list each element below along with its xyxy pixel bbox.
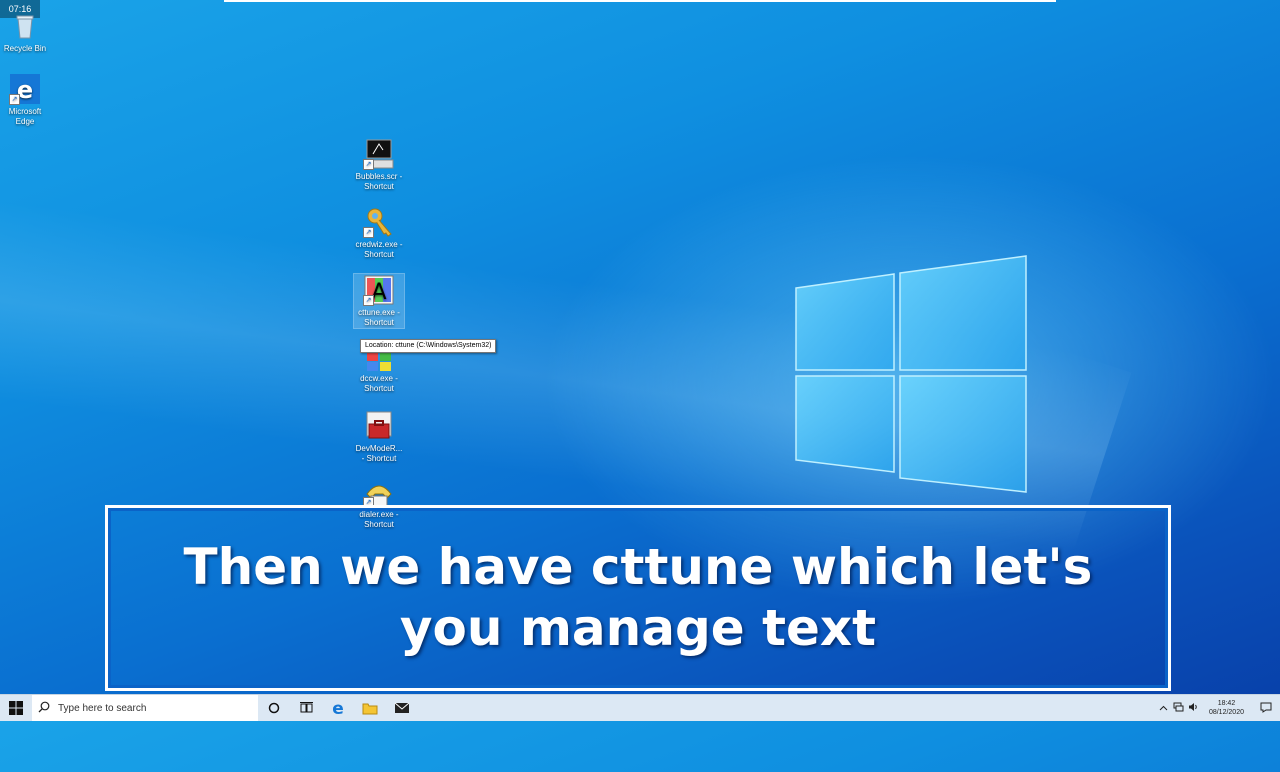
location-tooltip: Location: cttune (C:\Windows\System32) [360,339,497,353]
svg-text:e: e [332,700,344,716]
screensaver-icon: ↗ [363,138,395,170]
desktop-icon-edge[interactable]: e ↗ Microsoft Edge [0,73,50,127]
desktop-icon-recycle-bin[interactable]: Recycle Bin [0,10,50,54]
clock-date: 08/12/2020 [1208,709,1244,716]
icon-label: credwiz.exe - Shortcut [355,240,403,259]
color-calibration-icon [363,350,395,372]
edge-taskbar-button[interactable]: e [322,695,354,721]
task-view-icon [299,702,313,713]
clock-time: 18:42 [1217,700,1236,707]
file-explorer-icon [362,703,378,714]
icon-label: cttune.exe - Shortcut [358,308,400,327]
search-placeholder: Type here to search [58,702,147,714]
icon-label: Recycle Bin [3,44,47,53]
key-icon: ↗ [363,206,395,238]
taskbar-search-box[interactable]: Type here to search [32,695,258,721]
taskbar: Type here to search e 18:42 08/12/2020 [0,694,1280,721]
icon-label: DevModeR... - Shortcut [355,444,403,463]
desktop-icon-bubbles[interactable]: ↗ Bubbles.scr - Shortcut [354,138,404,192]
desktop-icon-credwiz[interactable]: ↗ credwiz.exe - Shortcut [354,206,404,260]
start-button[interactable] [0,695,32,721]
network-icon[interactable] [1171,702,1186,714]
task-view-button[interactable] [290,695,322,721]
shortcut-arrow-icon: ↗ [363,295,374,306]
windows-start-icon [9,701,23,715]
file-explorer-taskbar-button[interactable] [354,695,386,721]
desktop-icon-cttune[interactable]: A ↗ cttune.exe - Shortcut [353,273,405,329]
shortcut-arrow-icon: ↗ [9,94,20,105]
taskbar-clock[interactable]: 18:42 08/12/2020 [1201,699,1252,717]
mail-taskbar-button[interactable] [386,695,418,721]
action-center-icon[interactable] [1252,702,1280,715]
recycle-bin-icon [9,10,41,42]
icon-label: Microsoft Edge [8,107,42,126]
search-icon [38,701,50,716]
icon-label: dccw.exe - Shortcut [360,374,398,393]
icon-label: Bubbles.scr - Shortcut [355,172,403,191]
caption-box: Then we have cttune which let's you mana… [105,505,1171,691]
toolbox-icon [363,410,395,442]
cleartype-icon: A ↗ [363,274,395,306]
edge-icon: e ↗ [9,73,41,105]
desktop-icon-dccw[interactable]: dccw.exe - Shortcut [354,350,404,394]
shortcut-arrow-icon: ↗ [363,159,374,170]
chevron-up-icon[interactable] [1156,703,1171,713]
volume-icon[interactable] [1186,702,1201,714]
shortcut-arrow-icon: ↗ [363,227,374,238]
top-bar [224,0,1056,2]
edge-icon: e [332,700,344,716]
mail-icon [394,702,410,713]
desktop-icon-devmoderunas[interactable]: DevModeR... - Shortcut [354,410,404,464]
cortana-button[interactable] [258,695,290,721]
phone-dialer-icon: ↗ [363,476,395,508]
caption-text: Then we have cttune which let's you mana… [183,538,1093,657]
system-tray: 18:42 08/12/2020 [1156,695,1280,721]
cortana-icon [268,702,280,714]
